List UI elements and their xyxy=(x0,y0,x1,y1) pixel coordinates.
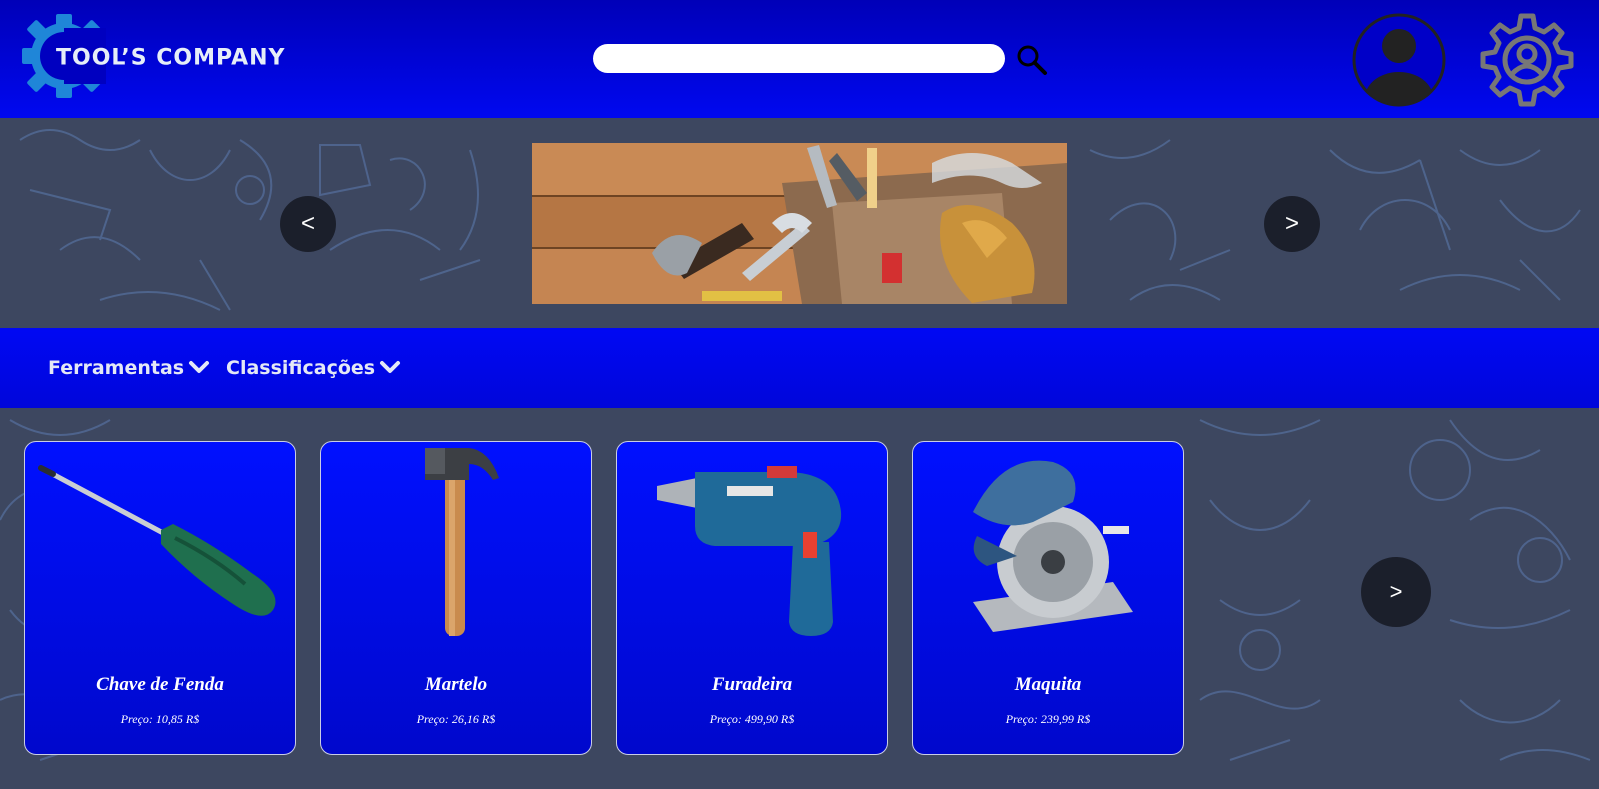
nav-classificacoes-dropdown[interactable]: Classificações xyxy=(226,357,401,379)
product-price: Preço: 26,16 R$ xyxy=(416,712,496,726)
hammer-icon xyxy=(425,448,499,636)
search-icon[interactable] xyxy=(1016,44,1048,76)
hero-next-button[interactable]: > xyxy=(1264,196,1320,252)
product-card-furadeira[interactable]: Furadeira Preço: 499,90 R$ xyxy=(616,441,888,755)
logo-text: TOOL’S COMPANY xyxy=(56,45,286,71)
chevron-down-icon xyxy=(189,361,210,373)
nav-ferramentas-dropdown[interactable]: Ferramentas xyxy=(48,357,210,379)
product-price: Preço: 10,85 R$ xyxy=(120,712,200,726)
product-price: Preço: 499,90 R$ xyxy=(709,712,795,726)
hero-banner-image xyxy=(532,143,1067,304)
drill-icon xyxy=(657,466,842,636)
chevron-down-icon xyxy=(380,361,401,373)
hero-prev-button[interactable]: < xyxy=(280,196,336,252)
screwdriver-icon xyxy=(38,465,276,616)
product-name: Furadeira xyxy=(711,674,793,695)
product-card-chave-de-fenda[interactable]: Chave de Fenda Preço: 10,85 R$ xyxy=(24,441,296,755)
products-next-button[interactable]: > xyxy=(1361,557,1431,627)
nav-ferramentas-label: Ferramentas xyxy=(48,357,185,379)
site-header: TOOL’S COMPANY xyxy=(0,0,1599,118)
product-name: Chave de Fenda xyxy=(96,674,224,695)
category-nav: Ferramentas Classificações xyxy=(0,328,1599,408)
product-name: Martelo xyxy=(424,674,488,695)
product-card-martelo[interactable]: Martelo Preço: 26,16 R$ xyxy=(320,441,592,755)
product-name: Maquita xyxy=(1014,674,1082,695)
nav-classificacoes-label: Classificações xyxy=(226,357,376,379)
user-avatar-icon[interactable] xyxy=(1351,12,1447,108)
product-card-maquita[interactable]: Maquita Preço: 239,99 R$ xyxy=(912,441,1184,755)
circular-saw-icon xyxy=(973,460,1133,632)
search-input[interactable] xyxy=(593,44,1005,73)
product-price: Preço: 239,99 R$ xyxy=(1005,712,1091,726)
company-logo[interactable]: TOOL’S COMPANY xyxy=(22,14,286,98)
user-settings-gear-icon[interactable] xyxy=(1479,12,1575,108)
